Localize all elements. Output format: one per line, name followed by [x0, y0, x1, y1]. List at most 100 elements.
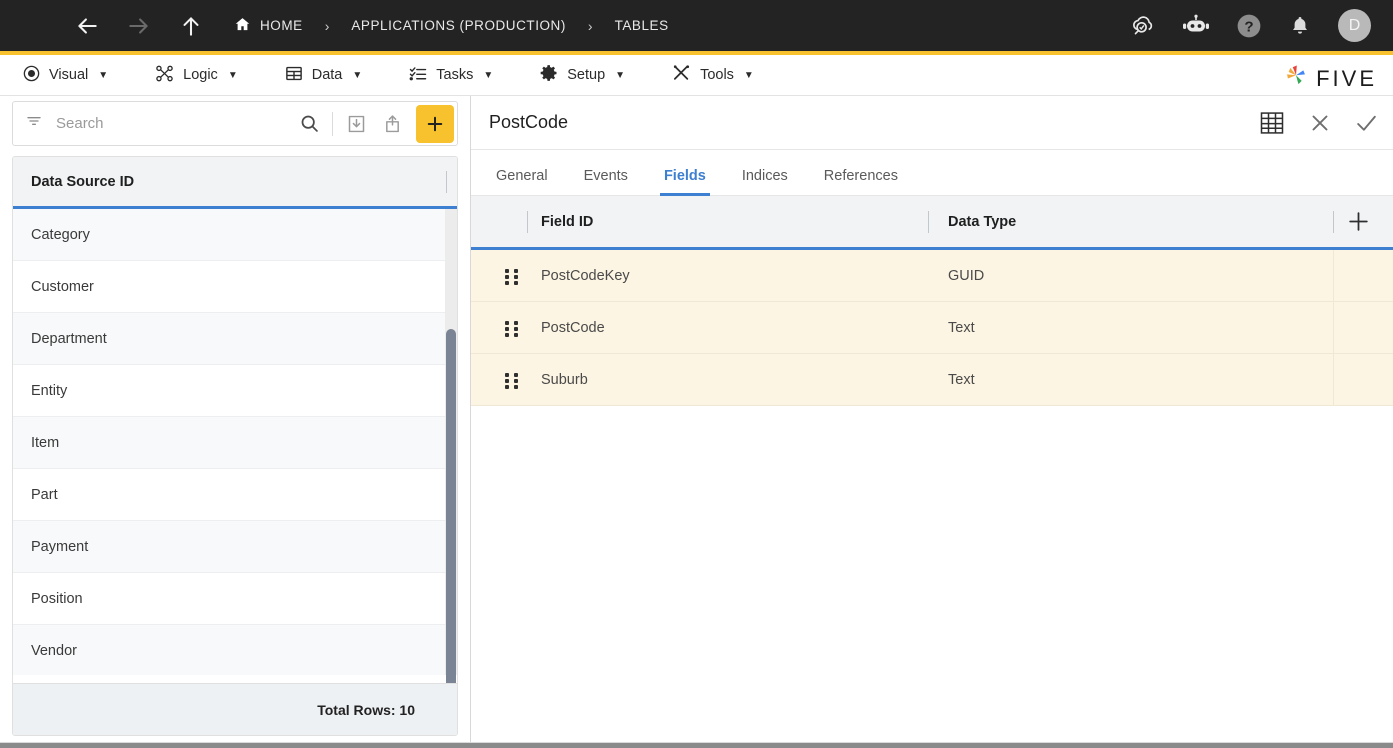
help-icon[interactable]: ?: [1236, 13, 1262, 39]
toolbar-divider: [332, 111, 333, 136]
bottom-scrollbar[interactable]: [0, 743, 1393, 748]
list-scrollbar-thumb[interactable]: [446, 329, 456, 729]
data-source-column-header[interactable]: Data Source ID: [13, 157, 457, 209]
table-grid-icon: [284, 64, 304, 87]
row-column-divider: [1333, 354, 1334, 405]
list-item[interactable]: Position: [13, 573, 457, 625]
data-sources-list: Data Source ID Category Customer Departm…: [12, 156, 458, 736]
search-icon[interactable]: [291, 108, 327, 140]
field-id-cell[interactable]: Suburb: [541, 372, 588, 388]
menu-data[interactable]: Data ▼: [282, 55, 365, 96]
menu-logic[interactable]: Logic ▼: [152, 55, 240, 96]
tab-events[interactable]: Events: [584, 168, 628, 195]
five-logo: FIVE: [1283, 63, 1377, 94]
add-field-icon[interactable]: [1346, 209, 1371, 239]
table-row[interactable]: Suburb Text: [471, 354, 1393, 406]
table-row[interactable]: PostCode Text: [471, 302, 1393, 354]
drag-handle-icon[interactable]: [505, 269, 518, 285]
five-pinwheel-icon: [1283, 63, 1309, 94]
list-item-label: Position: [31, 590, 83, 607]
import-icon[interactable]: [338, 108, 374, 140]
breadcrumb-item-applications[interactable]: APPLICATIONS (PRODUCTION): [351, 18, 566, 33]
list-item[interactable]: Customer: [13, 261, 457, 313]
tab-indices[interactable]: Indices: [742, 168, 788, 195]
field-id-cell[interactable]: PostCode: [541, 320, 605, 336]
breadcrumb-separator-2: ›: [587, 17, 593, 34]
top-bar-actions: ? D: [1129, 0, 1371, 51]
list-item-label: Payment: [31, 538, 89, 555]
arrow-up-icon[interactable]: [178, 13, 204, 39]
editor-title-bar: PostCode: [471, 96, 1393, 150]
chevron-down-icon: ▼: [98, 69, 109, 81]
menu-tools[interactable]: Tools ▼: [669, 55, 756, 96]
list-scrollbar[interactable]: [445, 209, 457, 729]
list-item[interactable]: Category: [13, 209, 457, 261]
chevron-down-icon: ▼: [615, 69, 626, 81]
menu-tasks[interactable]: Tasks ▼: [406, 55, 495, 96]
add-data-source-button[interactable]: [416, 104, 454, 143]
data-type-cell[interactable]: Text: [948, 372, 975, 388]
page-title: PostCode: [489, 112, 569, 132]
cloud-search-icon[interactable]: [1129, 12, 1156, 39]
list-item[interactable]: Entity: [13, 365, 457, 417]
export-icon[interactable]: [374, 108, 410, 140]
confirm-check-icon[interactable]: [1354, 111, 1379, 136]
data-type-cell[interactable]: GUID: [948, 268, 984, 284]
notifications-bell-icon[interactable]: [1288, 14, 1312, 38]
menu-tools-label: Tools: [700, 67, 734, 83]
table-editor-panel: PostCode General Events Fields Indices R…: [471, 96, 1393, 748]
chevron-down-icon: ▼: [352, 69, 363, 81]
list-item-label: Part: [31, 486, 58, 503]
chatbot-icon[interactable]: [1182, 14, 1210, 38]
breadcrumb-separator-1: ›: [324, 17, 330, 34]
filter-icon[interactable]: [24, 113, 44, 134]
column-resize-handle[interactable]: [1333, 211, 1334, 233]
chevron-down-icon: ▼: [227, 69, 238, 81]
breadcrumb-item-tables[interactable]: TABLES: [615, 18, 669, 33]
hamburger-menu-icon[interactable]: [26, 18, 48, 34]
tab-references[interactable]: References: [824, 168, 898, 195]
checklist-icon: [408, 64, 428, 87]
list-item-label: Entity: [31, 382, 68, 399]
list-item[interactable]: Department: [13, 313, 457, 365]
column-resize-handle[interactable]: [527, 211, 528, 233]
table-row[interactable]: PostCodeKey GUID: [471, 250, 1393, 302]
svg-text:?: ?: [1244, 18, 1253, 35]
tools-icon: [671, 63, 692, 87]
grid-view-icon[interactable]: [1258, 109, 1286, 137]
application-window: HOME › APPLICATIONS (PRODUCTION) › TABLE…: [0, 0, 1393, 748]
menu-visual[interactable]: Visual ▼: [20, 55, 110, 96]
menu-data-label: Data: [311, 67, 343, 83]
data-type-cell[interactable]: Text: [948, 320, 975, 336]
list-item[interactable]: Item: [13, 417, 457, 469]
breadcrumb-item-home[interactable]: HOME: [234, 16, 303, 36]
list-item[interactable]: Payment: [13, 521, 457, 573]
drag-handle-icon[interactable]: [505, 373, 518, 389]
user-avatar[interactable]: D: [1338, 9, 1371, 42]
breadcrumb: HOME › APPLICATIONS (PRODUCTION) › TABLE…: [234, 16, 669, 36]
data-sources-panel: Data Source ID Category Customer Departm…: [0, 96, 470, 748]
field-id-cell[interactable]: PostCodeKey: [541, 268, 630, 284]
list-item-label: Category: [31, 226, 90, 243]
list-item[interactable]: Vendor: [13, 625, 457, 675]
top-navigation-bar: HOME › APPLICATIONS (PRODUCTION) › TABLE…: [0, 0, 1393, 51]
menu-setup[interactable]: Setup ▼: [537, 55, 627, 96]
search-input[interactable]: [56, 115, 291, 132]
column-resize-handle[interactable]: [446, 171, 447, 193]
chevron-down-icon: ▼: [483, 69, 494, 81]
breadcrumb-label-home: HOME: [260, 18, 303, 33]
row-column-divider: [1333, 250, 1334, 301]
list-item[interactable]: Part: [13, 469, 457, 521]
column-header-data-type[interactable]: Data Type: [948, 214, 1016, 230]
menu-tasks-label: Tasks: [436, 67, 474, 83]
arrow-right-icon[interactable]: [126, 13, 152, 39]
tab-fields[interactable]: Fields: [659, 168, 710, 196]
arrow-left-icon[interactable]: [74, 13, 100, 39]
tab-general[interactable]: General: [496, 168, 548, 195]
close-icon[interactable]: [1308, 111, 1332, 135]
column-resize-handle[interactable]: [928, 211, 929, 233]
editor-actions: [1258, 96, 1379, 150]
column-header-field-id[interactable]: Field ID: [541, 214, 593, 230]
five-logo-text: FIVE: [1316, 65, 1377, 91]
drag-handle-icon[interactable]: [505, 321, 518, 337]
